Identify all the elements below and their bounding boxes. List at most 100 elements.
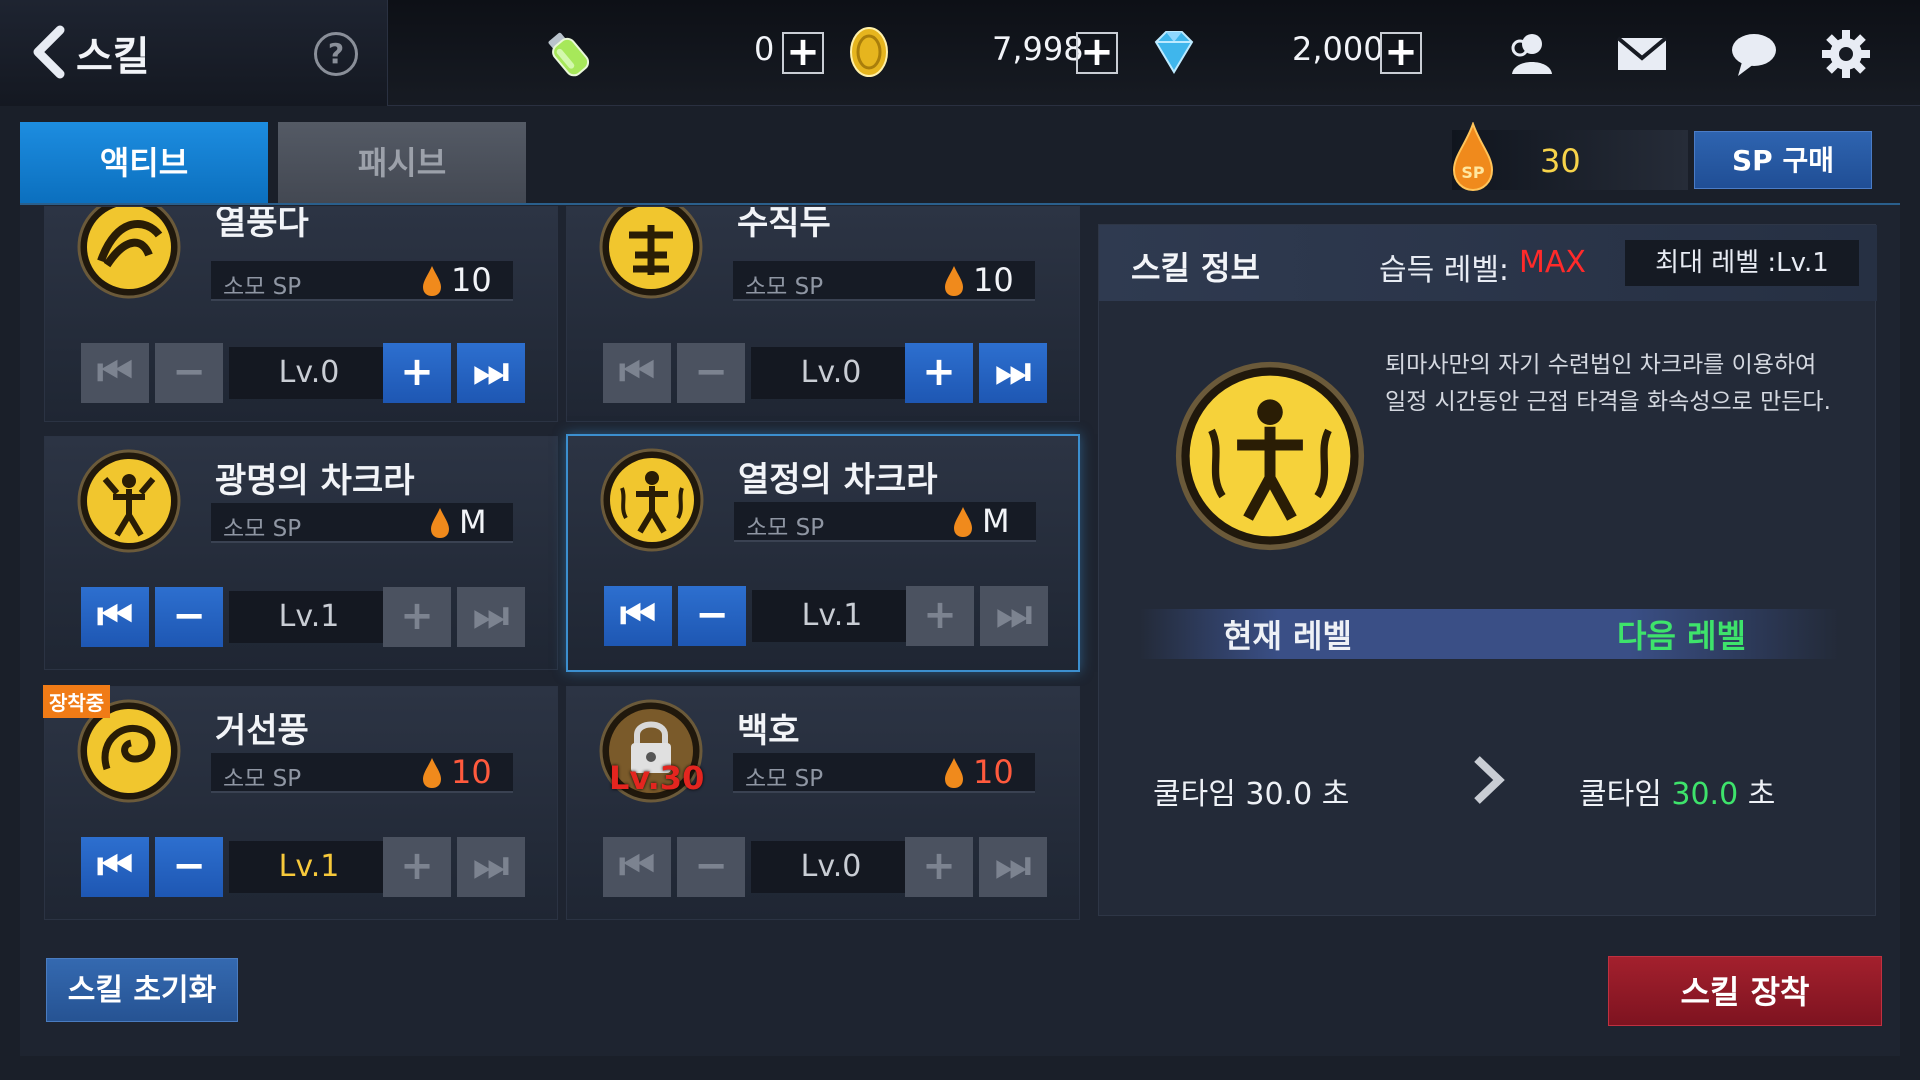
sp-cost-label: 소모 SP — [745, 766, 824, 792]
level-min-button[interactable]: ⏮ — [81, 837, 149, 897]
acquired-level-label: 습득 레벨: — [1379, 253, 1510, 288]
chat-icon[interactable] — [1726, 26, 1782, 82]
level-min-button[interactable]: ⏮ — [604, 586, 672, 646]
next-level-title: 다음 레벨 — [1617, 617, 1746, 655]
level-min-button[interactable]: ⏮ — [81, 587, 149, 647]
cooldown-value: 30.0 — [1671, 777, 1739, 812]
seconds-label: 초 — [1747, 777, 1776, 812]
sp-cost-label: 소모 SP — [223, 516, 302, 542]
tab-passive-skills[interactable]: 패시브 — [278, 122, 526, 204]
level-max-button[interactable]: ⏭ — [979, 343, 1047, 403]
sp-cost-value: M — [459, 503, 487, 541]
cooldown-label: 쿨타임 — [1579, 777, 1662, 812]
skill-card-locked[interactable]: Lv.30 백호 소모 SP 10 ⏮ − Lv.0 + ⏭ — [566, 686, 1080, 920]
skill-name: 열풍다 — [215, 206, 309, 243]
sp-cost-row: 소모 SP M — [211, 503, 513, 543]
level-down-button[interactable]: − — [677, 837, 745, 897]
help-button[interactable]: ? — [314, 32, 358, 76]
top-bar: 스킬 ? 0 + 7,998 + 2,000 + — [0, 0, 1920, 106]
level-min-button[interactable]: ⏮ — [603, 837, 671, 897]
sp-cost-label: 소모 SP — [746, 515, 825, 541]
skill-name: 백호 — [737, 711, 800, 751]
cooldown-label: 쿨타임 — [1153, 777, 1236, 812]
sp-drop-icon: SP — [1452, 122, 1494, 192]
level-controls: ⏮ − Lv.0 + ⏭ — [603, 837, 1047, 897]
skill-icon-yeolpungda — [77, 207, 181, 299]
level-down-button[interactable]: − — [155, 837, 223, 897]
level-down-button[interactable]: − — [677, 343, 745, 403]
skill-card-selected[interactable]: 열정의 차크라 소모 SP M ⏮ − Lv.1 + ⏭ — [566, 434, 1080, 672]
gold-add-button[interactable]: + — [782, 32, 824, 74]
gem-value: 7,998 — [992, 30, 1084, 68]
skill-equip-button[interactable]: 스킬 장착 — [1608, 956, 1882, 1026]
sp-cost-label: 소모 SP — [745, 274, 824, 300]
current-level-title: 현재 레벨 — [1223, 617, 1352, 655]
level-controls: ⏮ − Lv.1 + ⏭ — [604, 586, 1048, 646]
sp-cost-row: 소모 SP 10 — [733, 753, 1035, 793]
level-max-button[interactable]: ⏭ — [980, 586, 1048, 646]
level-controls: ⏮ − Lv.1 + ⏭ — [81, 837, 525, 897]
gem-add-button[interactable]: + — [1076, 32, 1118, 74]
level-up-button[interactable]: + — [906, 586, 974, 646]
level-up-button[interactable]: + — [383, 587, 451, 647]
settings-icon[interactable] — [1818, 26, 1874, 82]
extra-add-button[interactable]: + — [1380, 32, 1422, 74]
mail-icon[interactable] — [1614, 26, 1670, 82]
level-down-button[interactable]: − — [155, 587, 223, 647]
sp-buy-button[interactable]: SP 구매 — [1694, 131, 1872, 189]
level-max-button[interactable]: ⏭ — [979, 837, 1047, 897]
level-controls: ⏮ − Lv.0 + ⏭ — [603, 343, 1047, 403]
seconds-label: 초 — [1321, 777, 1350, 812]
gem-counter: 7,998 + — [992, 24, 1122, 80]
equipped-badge: 장착중 — [43, 685, 111, 718]
tab-active-skills[interactable]: 액티브 — [20, 122, 268, 204]
sp-drop-icon — [945, 266, 963, 296]
skill-description-line: 퇴마사만의 자기 수련법인 차크라를 이용하여 — [1385, 352, 1817, 378]
sp-cost-value: M — [982, 502, 1010, 540]
level-down-button[interactable]: − — [155, 343, 223, 403]
level-up-button[interactable]: + — [905, 343, 973, 403]
skill-card[interactable]: 장착중 거선풍 소모 SP 10 ⏮ − Lv.1 + ⏭ — [43, 685, 558, 920]
unlock-level: Lv.30 — [609, 759, 705, 797]
sp-cost-label: 소모 SP — [223, 274, 302, 300]
skill-info-title: 스킬 정보 — [1131, 249, 1260, 287]
skill-reset-button[interactable]: 스킬 초기화 — [46, 958, 238, 1022]
level-max-button[interactable]: ⏭ — [457, 343, 525, 403]
level-value: Lv.1 — [229, 841, 389, 893]
level-up-button[interactable]: + — [905, 837, 973, 897]
skill-card[interactable]: 수직두 소모 SP 10 ⏮ − Lv.0 + ⏭ — [566, 206, 1080, 422]
skill-name: 거선풍 — [215, 711, 309, 751]
level-min-button[interactable]: ⏮ — [603, 343, 671, 403]
sp-drop-icon — [423, 266, 441, 296]
gold-coin-icon — [850, 27, 888, 77]
level-max-button[interactable]: ⏭ — [457, 837, 525, 897]
sp-cost-value: 10 — [451, 261, 492, 299]
sp-drop-icon — [945, 758, 963, 788]
blue-gem-icon — [1154, 31, 1194, 74]
sp-cost-row: 소모 SP 10 — [733, 261, 1035, 301]
level-up-button[interactable]: + — [383, 837, 451, 897]
level-controls: ⏮ − Lv.1 + ⏭ — [81, 587, 525, 647]
level-down-button[interactable]: − — [678, 586, 746, 646]
level-up-button[interactable]: + — [383, 343, 451, 403]
skill-card[interactable]: 광명의 차크라 소모 SP M ⏮ − Lv.1 + ⏭ — [44, 436, 558, 670]
back-arrow-icon[interactable] — [24, 22, 84, 82]
skill-name: 수직두 — [737, 206, 831, 243]
sp-cost-value: 10 — [973, 261, 1014, 299]
skill-name: 광명의 차크라 — [215, 461, 415, 501]
chevron-right-icon — [1474, 756, 1505, 804]
skill-icon-sujikdu — [599, 207, 703, 299]
level-min-button[interactable]: ⏮ — [81, 343, 149, 403]
max-level: 최대 레벨 :Lv.1 — [1625, 240, 1859, 286]
level-value: Lv.0 — [751, 347, 911, 399]
sp-cost-row: 소모 SP 10 — [211, 753, 513, 793]
friends-icon[interactable] — [1502, 26, 1558, 82]
skill-card[interactable]: 열풍다 소모 SP 10 ⏮ − Lv.0 + ⏭ — [44, 206, 558, 422]
sp-cost-row: 소모 SP 10 — [211, 261, 513, 301]
back-area: 스킬 ? — [0, 0, 388, 106]
skill-info-panel: 스킬 정보 습득 레벨: MAX 최대 레벨 :Lv.1 퇴마사만의 자기 수련… — [1098, 224, 1877, 916]
level-value: Lv.1 — [229, 591, 389, 643]
skill-name: 열정의 차크라 — [738, 460, 938, 500]
gold-value: 0 — [754, 30, 775, 68]
level-max-button[interactable]: ⏭ — [457, 587, 525, 647]
